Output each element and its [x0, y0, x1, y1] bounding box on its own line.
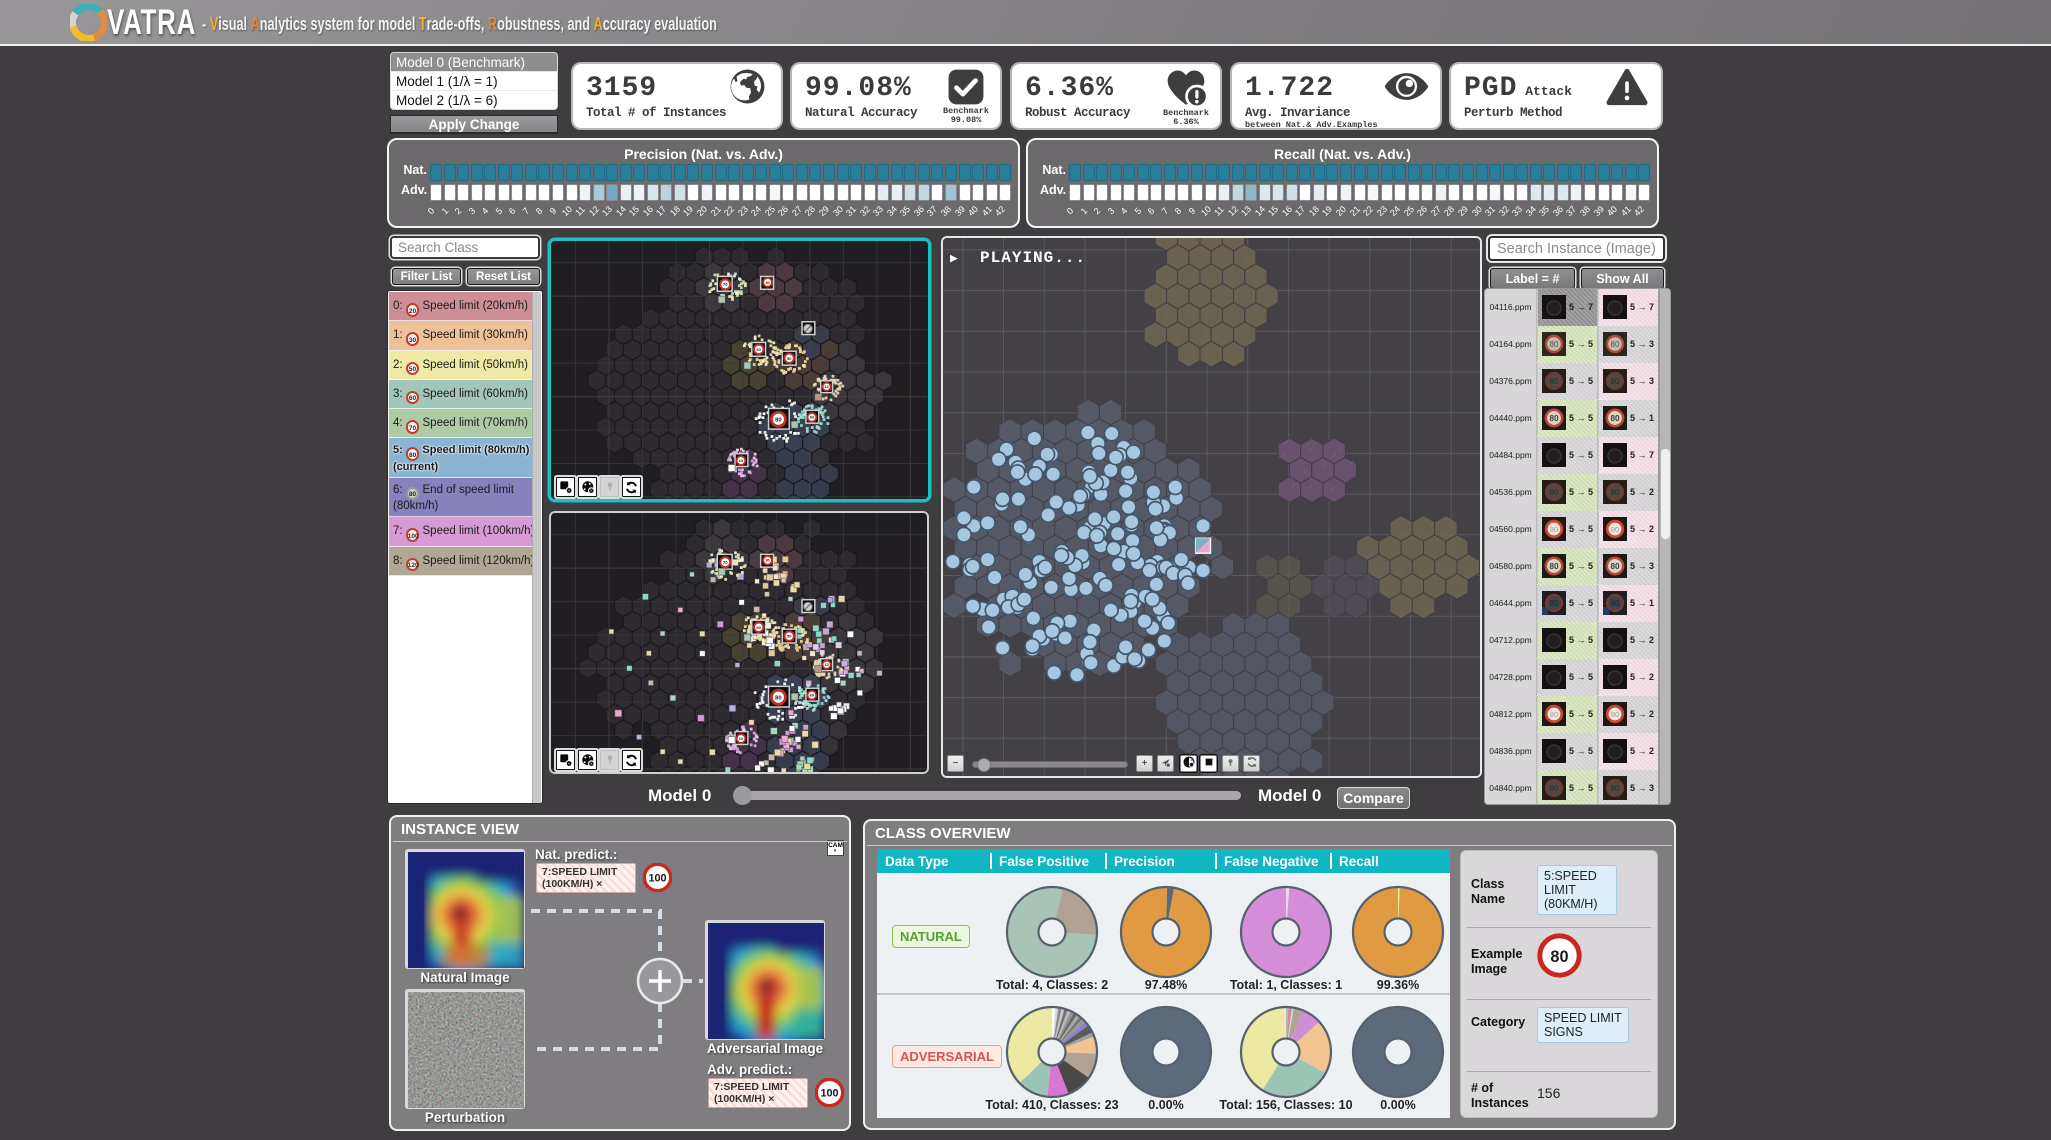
- svg-text:False Negative: False Negative: [1224, 854, 1319, 869]
- svg-text:80: 80: [1550, 784, 1559, 793]
- svg-text:80: 80: [1610, 562, 1620, 571]
- svg-text:80: 80: [1549, 414, 1559, 423]
- svg-text:80: 80: [1611, 525, 1619, 534]
- svg-text:Total: 1, Classes: 1: Total: 1, Classes: 1: [1230, 978, 1342, 992]
- svg-text:80: 80: [1611, 377, 1620, 386]
- svg-text:80: 80: [1550, 599, 1559, 608]
- svg-text:Data Type: Data Type: [885, 854, 949, 869]
- svg-text:False Positive: False Positive: [999, 854, 1090, 869]
- svg-text:99.36%: 99.36%: [1377, 978, 1419, 992]
- svg-text:80: 80: [1550, 525, 1558, 534]
- svg-text:80: 80: [1550, 710, 1558, 719]
- svg-text:Total: 410, Classes: 23: Total: 410, Classes: 23: [985, 1098, 1118, 1112]
- svg-text:80: 80: [1611, 340, 1620, 349]
- svg-text:Total: 156, Classes: 10: Total: 156, Classes: 10: [1219, 1098, 1352, 1112]
- svg-text:80: 80: [1550, 377, 1559, 386]
- svg-text:80: 80: [775, 696, 781, 702]
- svg-text:100: 100: [820, 1087, 838, 1099]
- svg-text:80: 80: [1611, 488, 1620, 497]
- svg-text:Recall: Recall: [1339, 854, 1379, 869]
- svg-text:70: 70: [723, 282, 728, 287]
- svg-text:0.00%: 0.00%: [1380, 1098, 1415, 1112]
- svg-text:80: 80: [1550, 340, 1559, 349]
- svg-text:80: 80: [1550, 488, 1559, 497]
- svg-text:80: 80: [1611, 710, 1619, 719]
- svg-text:Total: 4, Classes: 2: Total: 4, Classes: 2: [996, 978, 1108, 992]
- svg-text:80: 80: [1549, 562, 1559, 571]
- svg-text:97.48%: 97.48%: [1145, 978, 1187, 992]
- svg-text:80: 80: [1610, 414, 1620, 423]
- svg-text:Precision: Precision: [1114, 854, 1175, 869]
- svg-text:80: 80: [1611, 784, 1620, 793]
- svg-text:80: 80: [1611, 599, 1620, 608]
- svg-text:80: 80: [1550, 948, 1568, 966]
- svg-text:0.00%: 0.00%: [1148, 1098, 1183, 1112]
- svg-text:70: 70: [723, 560, 728, 565]
- svg-text:80: 80: [775, 418, 781, 424]
